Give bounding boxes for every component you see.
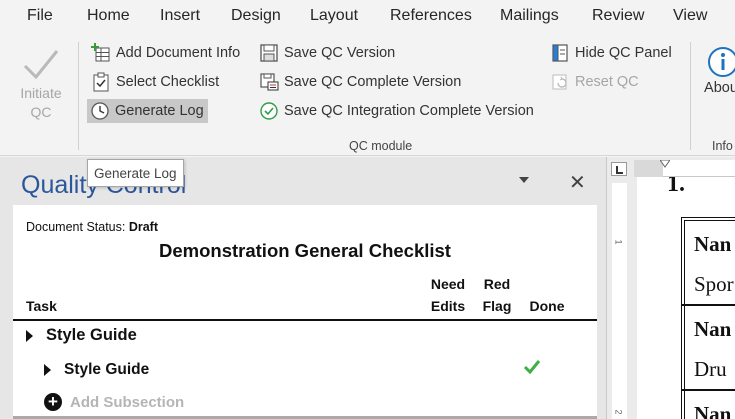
about-button[interactable]: About <box>703 46 735 96</box>
menu-insert[interactable]: Insert <box>160 7 200 25</box>
menu-layout[interactable]: Layout <box>310 7 358 25</box>
check-circle-icon <box>259 101 279 121</box>
ruler-number: 2 <box>613 409 624 415</box>
column-header-red-flag-line2: Flag <box>482 298 512 314</box>
header-rule <box>13 319 597 321</box>
add-document-info-label: Add Document Info <box>116 45 241 61</box>
add-circle-icon: + <box>44 393 62 411</box>
clock-icon <box>90 101 110 121</box>
checklist-title: Demonstration General Checklist <box>159 240 451 261</box>
add-subsection-button[interactable]: + Add Subsection <box>44 393 184 411</box>
menu-design[interactable]: Design <box>231 7 281 25</box>
ribbon-separator <box>78 42 79 150</box>
column-header-red-flag: Red Flag <box>479 273 515 317</box>
section-row[interactable]: Style Guide <box>26 326 137 345</box>
checklist-panel: Document Status: Draft Demonstration Gen… <box>13 205 597 419</box>
ruler-margin <box>634 160 663 177</box>
menu-view[interactable]: View <box>673 7 707 25</box>
document-status-value: Draft <box>128 220 159 234</box>
reset-qc-button[interactable]: Reset QC <box>547 70 643 94</box>
panel-icon <box>550 43 570 63</box>
expand-triangle-icon[interactable] <box>44 364 51 376</box>
subsection-row[interactable]: Style Guide <box>44 361 149 379</box>
add-document-info-button[interactable]: Add Document Info <box>88 41 244 65</box>
info-icon <box>708 47 735 77</box>
column-header-red-flag-line1: Red <box>483 276 511 292</box>
document-page[interactable]: 1. Nan Spor Nan Dru Nan <box>637 177 735 419</box>
select-checklist-label: Select Checklist <box>116 74 220 90</box>
generate-log-button[interactable]: Generate Log <box>87 99 208 123</box>
column-header-task: Task <box>26 298 57 314</box>
table-cell-text: Nan <box>694 317 732 341</box>
save-qc-version-label: Save QC Version <box>284 45 396 61</box>
quality-control-pane: Quality Control ✕ Document Status: Draft… <box>0 157 606 419</box>
qc-module-group-label: QC module <box>349 139 413 153</box>
vertical-ruler[interactable]: 1 2 <box>612 183 627 419</box>
save-print-icon <box>259 72 279 92</box>
document-status: Document Status: Draft <box>26 220 158 234</box>
menu-bar: File Home Insert Design Layout Reference… <box>0 0 735 36</box>
info-group-label: Info <box>712 139 733 153</box>
section-label: Style Guide <box>46 326 137 344</box>
select-checklist-button[interactable]: Select Checklist <box>88 70 223 94</box>
save-qc-version-button[interactable]: Save QC Version <box>256 41 399 65</box>
subsection-label: Style Guide <box>64 361 150 378</box>
menu-mailings[interactable]: Mailings <box>500 7 559 25</box>
column-header-need-edits-line2: Edits <box>430 298 466 314</box>
column-header-need-edits-line1: Need <box>430 276 466 292</box>
save-qc-integration-complete-version-button[interactable]: Save QC Integration Complete Version <box>256 99 538 123</box>
column-header-done: Done <box>529 298 565 314</box>
ribbon-separator <box>690 42 691 150</box>
reset-icon <box>550 72 570 92</box>
ribbon: Initiate QC Add Document Info Select Che… <box>0 36 735 156</box>
column-header-need-edits: Need Edits <box>427 273 469 317</box>
hide-qc-panel-button[interactable]: Hide QC Panel <box>547 41 676 65</box>
table-cell-text: Dru <box>694 357 727 381</box>
menu-file[interactable]: File <box>27 7 53 25</box>
save-icon <box>259 43 279 63</box>
table-cell-text: Spor <box>694 272 734 296</box>
hide-qc-panel-label: Hide QC Panel <box>575 45 672 61</box>
add-table-icon <box>91 43 111 63</box>
clipboard-check-icon <box>91 72 111 92</box>
menu-references[interactable]: References <box>390 7 472 25</box>
checkmark-icon <box>23 50 59 80</box>
save-qc-integration-complete-version-label: Save QC Integration Complete Version <box>284 103 534 119</box>
reset-qc-label: Reset QC <box>575 74 639 90</box>
document-heading: 1. <box>667 177 685 197</box>
generate-log-tooltip: Generate Log <box>87 159 184 187</box>
add-subsection-label: Add Subsection <box>70 393 185 411</box>
save-qc-complete-version-button[interactable]: Save QC Complete Version <box>256 70 465 94</box>
initiate-qc-label: Initiate QC <box>20 85 62 120</box>
save-qc-complete-version-label: Save QC Complete Version <box>284 74 462 90</box>
ruler-number: 1 <box>613 239 624 245</box>
about-label: About <box>704 80 735 96</box>
menu-home[interactable]: Home <box>87 7 130 25</box>
pane-close-icon[interactable]: ✕ <box>569 173 586 193</box>
table-cell-text: Nan <box>694 232 732 256</box>
indent-marker-icon[interactable] <box>660 160 670 168</box>
horizontal-ruler[interactable] <box>634 160 735 177</box>
pane-options-chevron-icon[interactable] <box>519 177 529 183</box>
menu-review[interactable]: Review <box>592 7 644 25</box>
table-cell-rule <box>681 389 735 391</box>
tab-selector-icon[interactable] <box>611 162 627 176</box>
generate-log-label: Generate Log <box>115 103 204 119</box>
table-cell-text: Nan <box>694 402 732 419</box>
expand-triangle-icon[interactable] <box>26 329 33 342</box>
done-check-icon[interactable] <box>523 359 541 375</box>
initiate-qc-button[interactable]: Initiate QC <box>10 46 72 122</box>
document-status-label: Document Status: <box>26 220 126 234</box>
table-cell-rule <box>681 304 735 306</box>
